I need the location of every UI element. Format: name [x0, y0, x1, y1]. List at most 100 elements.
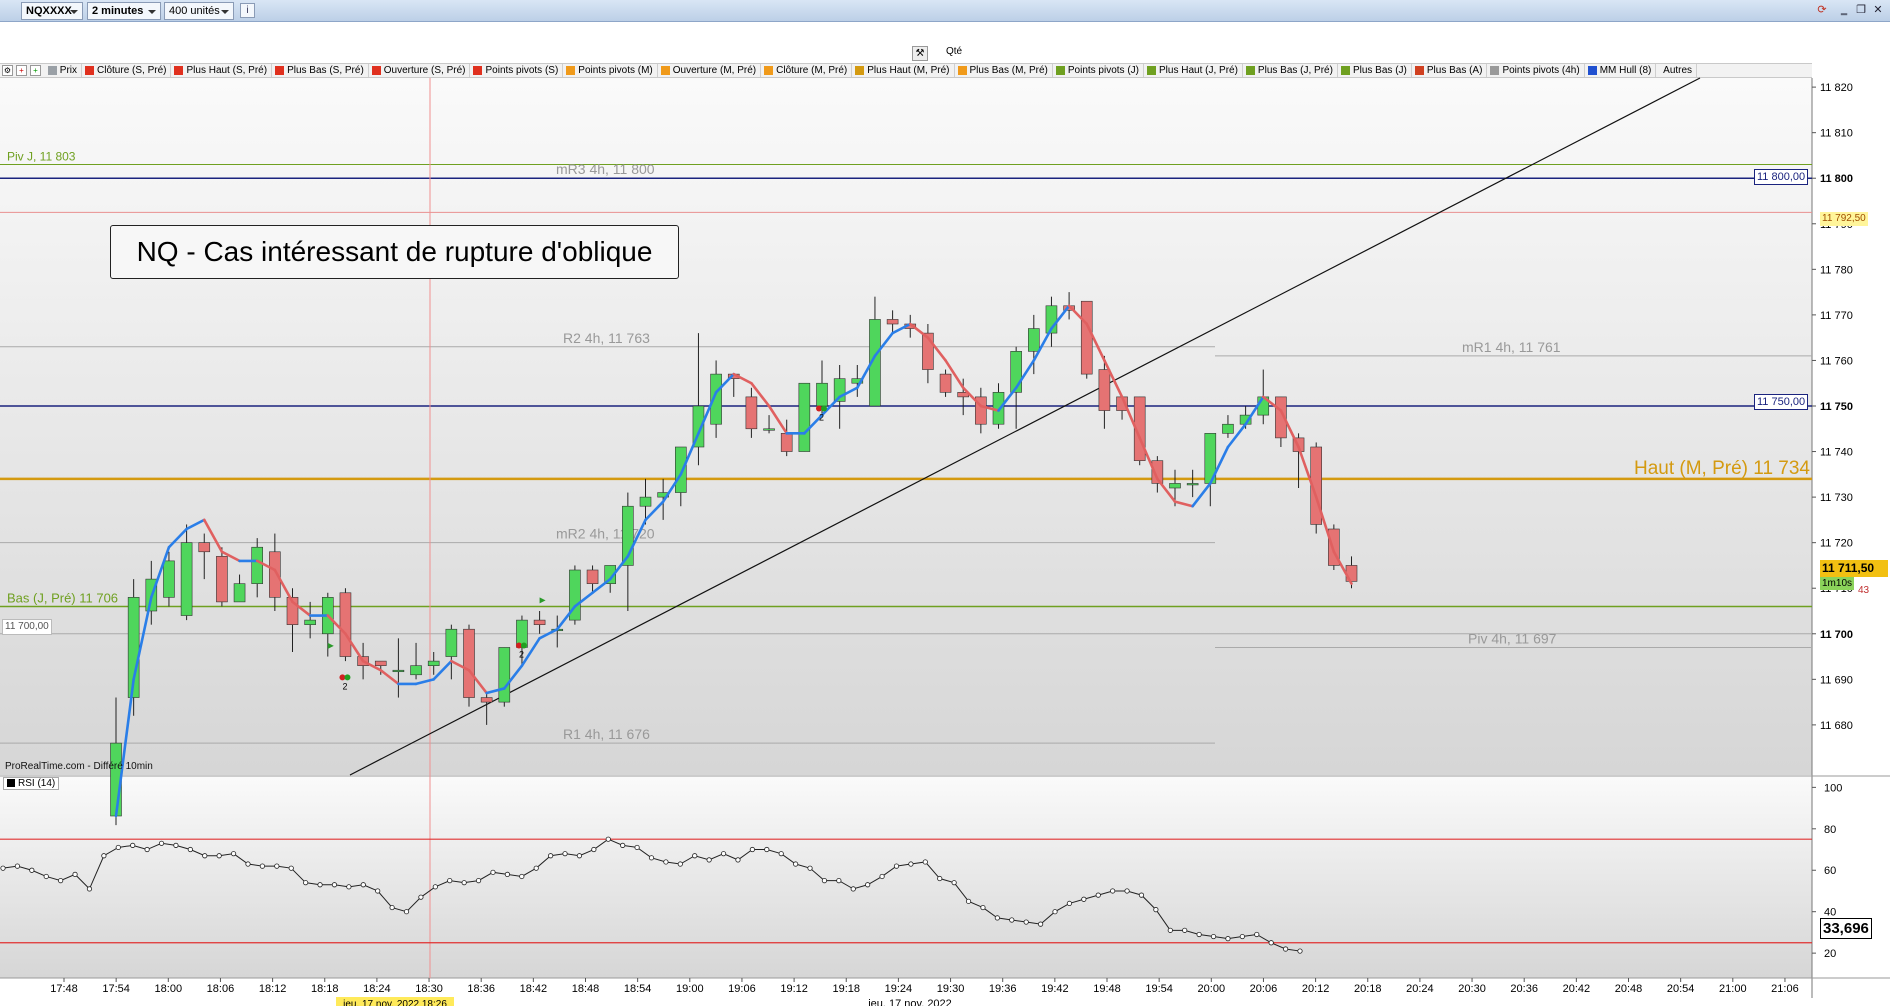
signal-marker [344, 674, 351, 681]
rsi-value-badge: 33,696 [1820, 918, 1872, 939]
timeframe-select[interactable]: 2 minutes [87, 2, 161, 20]
units-select[interactable]: 400 unités [164, 2, 234, 20]
candle-up [498, 647, 511, 703]
time-axis-label: 19:30 [937, 983, 965, 995]
time-axis-label: 19:36 [989, 983, 1017, 995]
rsi-point [807, 865, 813, 871]
price-axis-label: 11 810 [1820, 128, 1853, 140]
price-axis-label: 11 730 [1820, 492, 1853, 504]
current-price-badge: 11 711,50 [1820, 560, 1888, 577]
candle-up [639, 496, 652, 507]
top-toolbar: NQXXXX 2 minutes 400 unités i ⟳ ‗ ❐ ✕ [0, 0, 1890, 22]
rsi-point [1239, 933, 1245, 940]
rsi-point [86, 886, 93, 892]
rsi-color-swatch [7, 779, 15, 787]
price-axis-label: 11 720 [1820, 538, 1853, 550]
rsi-point [0, 865, 6, 871]
rsi-point [187, 846, 193, 853]
time-axis-label: 19:18 [832, 983, 860, 995]
rsi-axis-label: 40 [1824, 907, 1836, 919]
time-axis-label: 20:24 [1406, 983, 1434, 995]
candle-up [233, 583, 246, 603]
candle-down [745, 396, 758, 430]
rsi-axis-label: 20 [1824, 948, 1836, 960]
rsi-point [1095, 892, 1101, 898]
rsi-point [720, 851, 727, 857]
wrench-icon[interactable]: ⚒ [912, 46, 928, 61]
rsi-point [115, 844, 121, 851]
chart-area[interactable]: Piv J, 11 803 mR3 4h, 11 800 R2 4h, 11 763… [0, 64, 1890, 1006]
chevron-down-icon [70, 10, 78, 14]
time-axis-label: 18:24 [363, 983, 391, 995]
rsi-point [850, 886, 856, 892]
rsi-point [43, 873, 49, 880]
rsi-point [1182, 927, 1188, 933]
rsi-point [1110, 888, 1116, 894]
candle-down [374, 660, 387, 666]
rsi-point [1138, 892, 1145, 898]
rsi-legend[interactable]: RSI (14) [3, 777, 60, 790]
time-axis-label: 20:12 [1302, 983, 1330, 995]
time-axis-label: 18:36 [467, 983, 495, 995]
attribution: ProRealTime.com - Différé 10min [5, 761, 153, 772]
rsi-point [663, 859, 669, 865]
rsi-point [821, 878, 828, 884]
rsi-point [706, 857, 712, 863]
candle-up [674, 446, 687, 493]
rsi-point [130, 842, 136, 848]
level-badge-11750: 11 750,00 [1754, 394, 1809, 410]
rsi-point [677, 861, 683, 867]
rsi-label-text: RSI (14) [18, 778, 56, 789]
level-label-piv-4h: Piv 4h, 11 697 [1468, 630, 1557, 646]
rsi-point [591, 846, 597, 853]
candle-up [1186, 483, 1199, 486]
candle-up [1222, 423, 1234, 434]
rsi-point [173, 842, 179, 848]
candle-down [216, 556, 228, 603]
rsi-point [836, 878, 842, 884]
cursor-date-label: jeu. 17 nov. 2022 18:26 [342, 999, 447, 1006]
rsi-point [937, 875, 943, 882]
rsi-point [893, 863, 900, 869]
time-axis-label: 18:30 [415, 983, 443, 995]
candle-up [251, 546, 263, 584]
candle-up [163, 560, 175, 598]
rsi-point [879, 873, 885, 880]
price-axis-label: 11 750 [1820, 401, 1853, 413]
rsi-point [317, 882, 323, 888]
candle-down [1080, 300, 1093, 375]
rsi-point [1052, 909, 1058, 915]
units-value: 400 unités [169, 5, 220, 17]
rsi-axis-label: 80 [1824, 824, 1836, 836]
candle-down [533, 619, 546, 625]
time-axis-label: 19:54 [1145, 983, 1173, 995]
level-label-r1: R1 4h, 11 676 [563, 726, 650, 742]
rsi-point [576, 853, 583, 859]
time-axis-label: 20:48 [1615, 983, 1643, 995]
rsi-point [475, 878, 482, 884]
rsi-point [533, 865, 539, 871]
rsi-point [1254, 931, 1260, 938]
rsi-point [29, 867, 35, 873]
candle-up [410, 665, 422, 676]
rsi-point [202, 853, 208, 859]
rsi-point [908, 861, 914, 867]
candle-up [427, 660, 440, 666]
candle-down [939, 373, 952, 393]
sync-icon[interactable]: ⟳ [1814, 2, 1830, 18]
left-level-badge-11700: 11 700,00 [2, 619, 52, 635]
restore-button[interactable]: ❐ [1853, 2, 1869, 18]
rsi-point [1297, 948, 1303, 954]
rsi-point [432, 884, 438, 890]
price-pane-bg [0, 78, 1812, 775]
symbol-select[interactable]: NQXXXX [21, 2, 83, 20]
info-button[interactable]: i [240, 3, 255, 18]
level-badge-11800: 11 800,00 [1754, 169, 1809, 185]
rsi-point [375, 888, 381, 894]
info-icon: i [246, 5, 249, 16]
candle-up [763, 428, 775, 431]
time-axis-label: 20:18 [1354, 983, 1382, 995]
rsi-point [922, 859, 928, 865]
close-button[interactable]: ✕ [1870, 2, 1886, 18]
minimize-button[interactable]: ‗ [1836, 2, 1852, 18]
